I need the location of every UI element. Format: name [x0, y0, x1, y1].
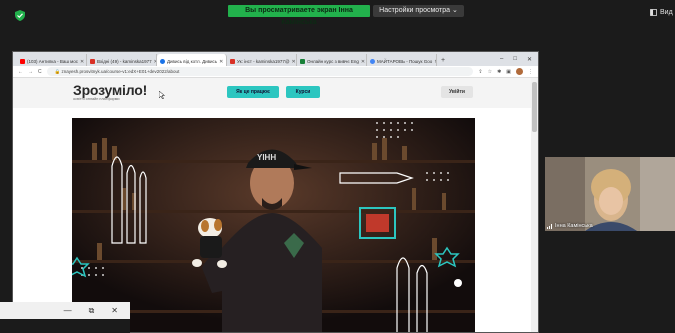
screen-share-banner: Вы просматриваете экран Інна Камінська	[228, 5, 370, 26]
tab-close-icon[interactable]: ✕	[219, 59, 223, 65]
sidebar-icon[interactable]: ▣	[506, 69, 511, 75]
tab-label: Дивись від котл. Дивись	[167, 59, 218, 64]
restore-icon[interactable]: ⧉	[89, 306, 95, 316]
nav-courses[interactable]: Курси	[286, 86, 320, 98]
view-button[interactable]: Вид	[650, 9, 673, 16]
forward-icon[interactable]: →	[28, 69, 33, 75]
participant-video-tile[interactable]: Інна Камінська	[545, 157, 675, 231]
course-icon	[300, 59, 305, 64]
nav-how-it-works[interactable]: Як це працює	[227, 86, 279, 98]
view-icon	[650, 9, 657, 16]
page-scrollbar[interactable]	[531, 78, 538, 332]
back-icon[interactable]: ←	[18, 69, 23, 75]
close-button[interactable]: ✕	[527, 56, 532, 63]
tab-label: МАЙТАРОВЬ - Пошук Goo	[377, 59, 433, 64]
browser-tab-bar: (103) Антипка - Ваш мос ✕ Вхідні (49) - k…	[13, 52, 538, 66]
login-button[interactable]: Увійти	[441, 86, 473, 98]
browser-tab[interactable]: (103) Антипка - Ваш мос ✕	[17, 54, 87, 66]
browser-tab[interactable]: МАЙТАРОВЬ - Пошук Goo✕	[367, 54, 437, 66]
site-logo-subtitle: освітні онлайн платформи	[73, 97, 120, 101]
tab-label: Вхідні (49) - kaminska1977	[97, 59, 152, 64]
bottom-edge	[0, 319, 130, 333]
browser-tab-active[interactable]: Дивись від котл. Дивись ✕	[157, 54, 227, 66]
youtube-icon	[20, 59, 25, 64]
site-icon	[160, 59, 165, 64]
tab-close-icon[interactable]: ✕	[361, 59, 365, 65]
tab-close-icon[interactable]: ✕	[292, 59, 296, 65]
shield-check-icon	[15, 10, 25, 21]
tab-label: Онлайн курс з вивчє Eng	[307, 59, 359, 64]
scroll-thumb[interactable]	[532, 82, 537, 132]
hero-image: YIHH	[72, 118, 475, 332]
web-page: Зрозуміло! освітні онлайн платформи Як ц…	[13, 78, 533, 332]
shared-browser-window: (103) Антипка - Ваш мос ✕ Вхідні (49) - k…	[12, 51, 539, 333]
participant-name-label: Інна Камінська	[547, 223, 593, 229]
gmail-icon	[90, 59, 95, 64]
gmail-icon	[230, 59, 235, 64]
reload-icon[interactable]: C	[38, 69, 42, 75]
signal-icon	[547, 223, 552, 229]
close-icon[interactable]: ✕	[111, 306, 118, 315]
address-bar-row: ← → C 🔒 znayesh.prosvitnyk.ua/course-v1:…	[13, 66, 538, 78]
menu-kebab-icon[interactable]: ⋮	[528, 69, 533, 75]
site-header: Зрозуміло! освітні онлайн платформи Як ц…	[13, 78, 533, 108]
maximize-button[interactable]: □	[513, 56, 517, 63]
mouse-cursor-icon	[159, 91, 165, 99]
svg-text:YIHH: YIHH	[257, 153, 276, 162]
hero-photo-illustration: YIHH	[72, 118, 475, 332]
browser-tab[interactable]: Ук: інст - kaminska1977@ ✕	[227, 54, 297, 66]
minimize-button[interactable]: –	[500, 56, 503, 63]
meeting-top-bar: Вы просматриваете экран Інна Камінська Н…	[0, 0, 675, 30]
browser-tab[interactable]: Вхідні (49) - kaminska1977✕	[87, 54, 157, 66]
extensions-icon[interactable]: ✱	[497, 69, 501, 75]
minimize-icon[interactable]: —	[64, 306, 72, 315]
site-logo[interactable]: Зрозуміло!	[73, 82, 147, 98]
google-icon	[370, 59, 375, 64]
bookmark-star-icon[interactable]: ☆	[488, 69, 492, 75]
window-controls: – □ ✕	[500, 56, 538, 66]
tab-label: (103) Антипка - Ваш мос	[27, 59, 79, 64]
browser-tab[interactable]: Онлайн курс з вивчє Eng ✕	[297, 54, 367, 66]
floating-window-controls: — ⧉ ✕	[0, 302, 130, 319]
share-icon[interactable]: ⇪	[478, 69, 482, 75]
tab-label: Ук: інст - kaminska1977@	[237, 59, 290, 64]
tab-close-icon[interactable]: ✕	[80, 59, 84, 65]
url-field[interactable]: 🔒 znayesh.prosvitnyk.ua/course-v1:edX+E0…	[46, 67, 474, 76]
view-settings-dropdown[interactable]: Настройки просмотра ⌄	[373, 5, 464, 17]
participant-video	[545, 157, 675, 231]
url-text: znayesh.prosvitnyk.ua/course-v1:edX+E01+…	[61, 69, 180, 74]
profile-avatar[interactable]	[516, 68, 523, 75]
new-tab-button[interactable]: +	[437, 57, 449, 66]
view-button-label: Вид	[660, 9, 673, 16]
